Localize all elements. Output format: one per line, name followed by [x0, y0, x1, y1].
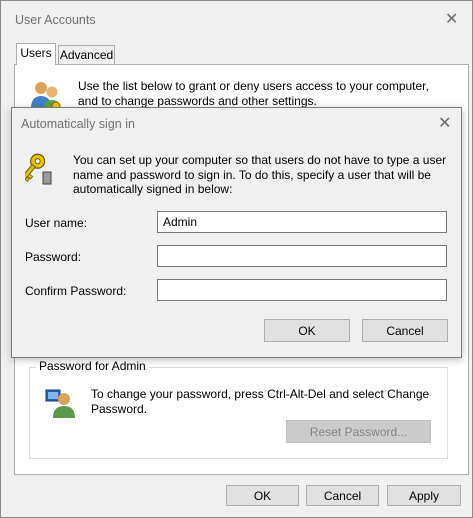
apply-button[interactable]: Apply	[387, 485, 461, 506]
dialog-title: Automatically sign in	[21, 117, 135, 131]
user-name-field[interactable]	[157, 211, 447, 233]
reset-password-button[interactable]: Reset Password...	[286, 420, 431, 443]
auto-signin-dialog: Automatically sign in ✕ You can set up y…	[11, 107, 462, 358]
password-field[interactable]	[157, 245, 447, 267]
dialog-close-icon[interactable]: ✕	[438, 116, 451, 132]
intro-text: Use the list below to grant or deny user…	[78, 79, 429, 108]
user-name-label: User name:	[25, 216, 88, 230]
window-title: User Accounts	[15, 13, 96, 27]
dialog-info-text: You can set up your computer so that use…	[73, 153, 447, 196]
confirm-password-label: Confirm Password:	[25, 284, 127, 298]
confirm-password-field[interactable]	[157, 279, 447, 301]
password-group-legend: Password for Admin	[36, 359, 149, 373]
ok-button[interactable]: OK	[226, 485, 299, 506]
dialog-cancel-button[interactable]: Cancel	[362, 319, 448, 342]
password-help-text: To change your password, press Ctrl-Alt-…	[91, 387, 430, 416]
keys-icon	[20, 152, 59, 191]
tab-advanced[interactable]: Advanced	[58, 45, 115, 65]
tab-users[interactable]: Users	[16, 43, 56, 65]
dialog-ok-button[interactable]: OK	[264, 319, 350, 342]
user-icon	[45, 387, 77, 422]
cancel-button[interactable]: Cancel	[306, 485, 379, 506]
password-label: Password:	[25, 250, 82, 264]
close-icon[interactable]: ✕	[445, 12, 458, 28]
